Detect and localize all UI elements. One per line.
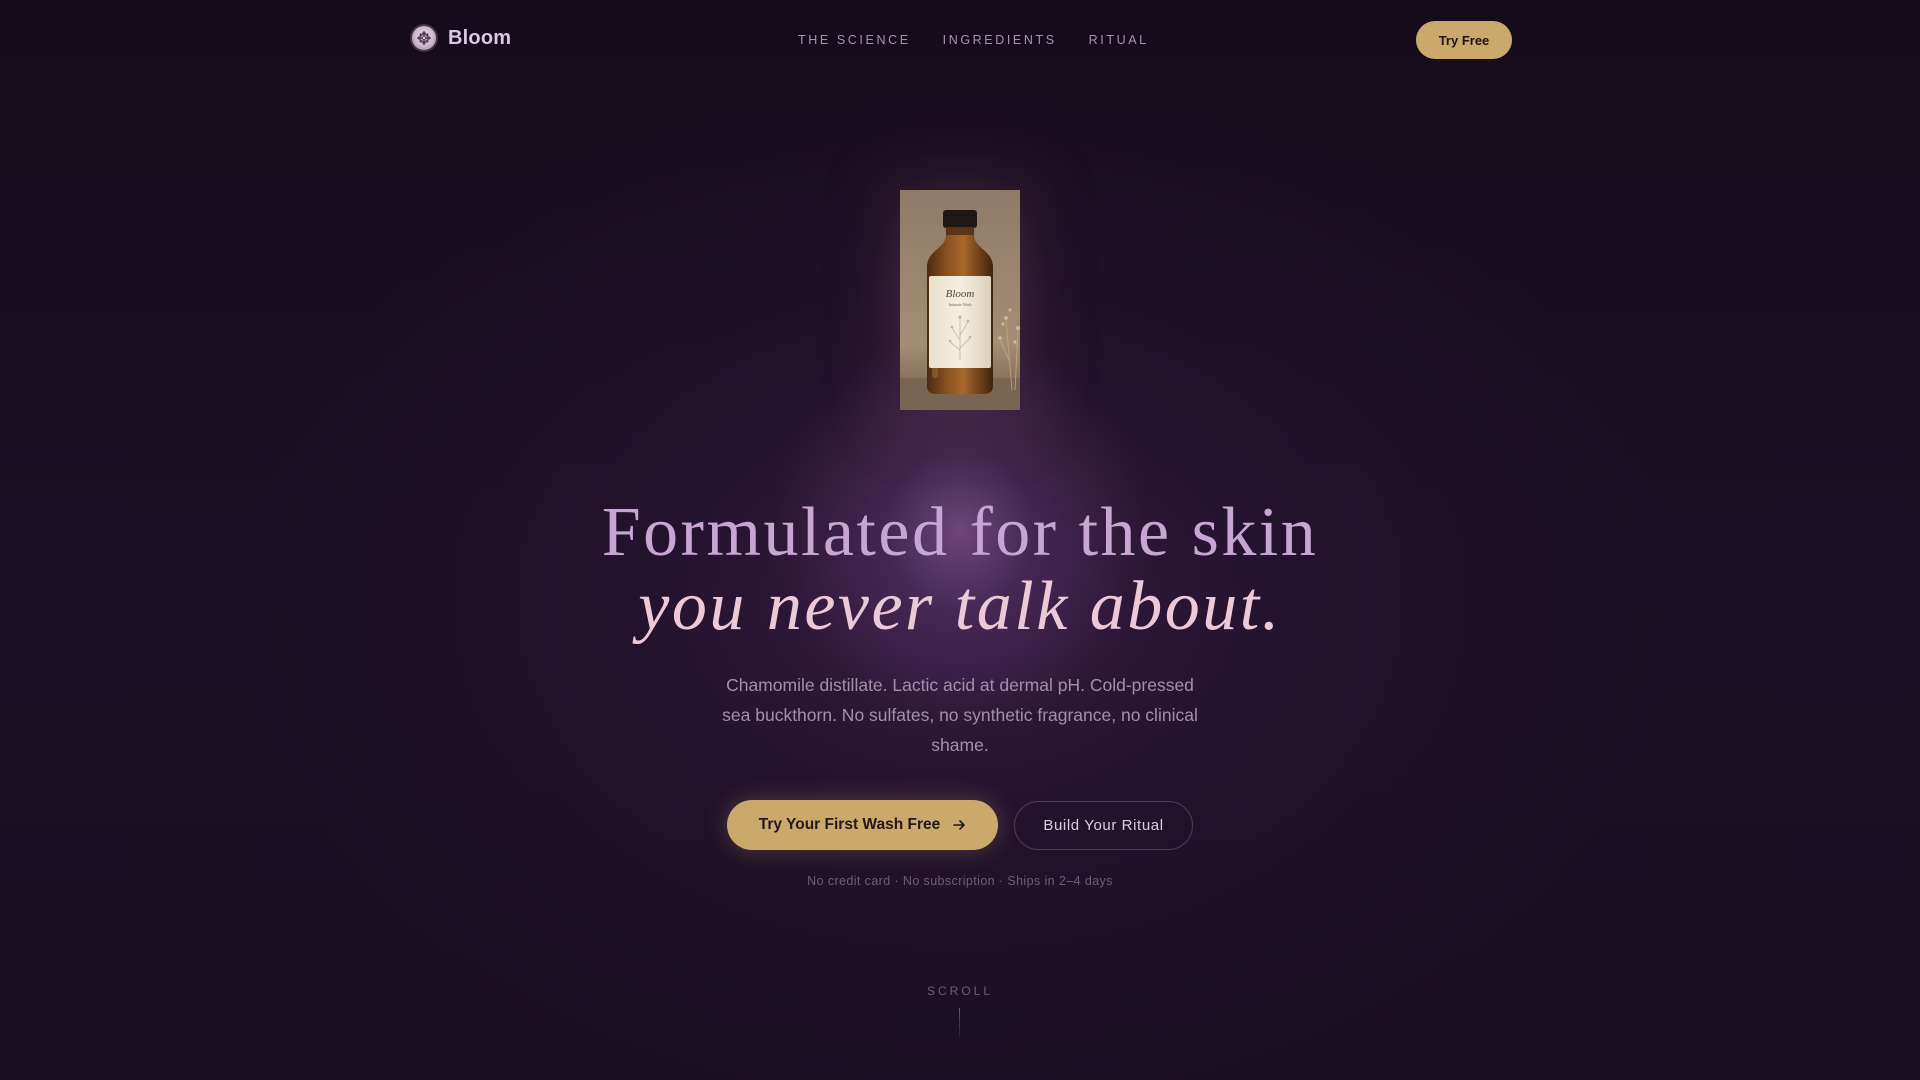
top-nav: Bloom THE SCIENCE INGREDIENTS RITUAL Try… — [0, 0, 1920, 80]
hero-headline: Formulated for the skin you never talk a… — [0, 496, 1920, 644]
bottle-label-brand: Bloom — [946, 288, 975, 300]
scroll-indicator-line — [959, 1008, 960, 1038]
primary-nav: THE SCIENCE INGREDIENTS RITUAL — [798, 32, 1149, 48]
scroll-hint-label: SCROLL — [926, 984, 994, 998]
try-first-wash-label: Try Your First Wash Free — [758, 816, 941, 833]
hero-headline-line2: you never talk about. — [638, 568, 1282, 645]
try-first-wash-button[interactable]: Try Your First Wash Free — [727, 800, 998, 850]
hero-headline-line1: Formulated for the skin — [601, 494, 1319, 571]
nav-link-the-science[interactable]: THE SCIENCE — [798, 32, 911, 48]
nav-link-ingredients[interactable]: INGREDIENTS — [943, 32, 1057, 48]
brand-home-link[interactable]: Bloom — [412, 26, 511, 50]
build-your-ritual-button[interactable]: Build Your Ritual — [1014, 800, 1193, 850]
nav-link-ritual[interactable]: RITUAL — [1089, 32, 1149, 48]
landing-page: Bloom THE SCIENCE INGREDIENTS RITUAL Try… — [0, 0, 1920, 1080]
arrow-right-icon — [953, 820, 966, 830]
hero-fineprint: No credit card · No subscription · Ships… — [807, 874, 1113, 888]
brand-name: Bloom — [448, 26, 512, 49]
try-free-button[interactable]: Try Free — [1416, 21, 1512, 59]
bottle-label-sub: Intimate Wash — [948, 302, 971, 307]
product-bottle-image: Bloom Intimate Wash — [900, 190, 1020, 410]
hero-subtitle: Chamomile distillate. Lactic acid at der… — [722, 675, 1198, 755]
flower-emblem-icon — [412, 26, 436, 50]
hero-cta-group: Try Your First Wash Free Build Your Ritu… — [727, 800, 1193, 850]
